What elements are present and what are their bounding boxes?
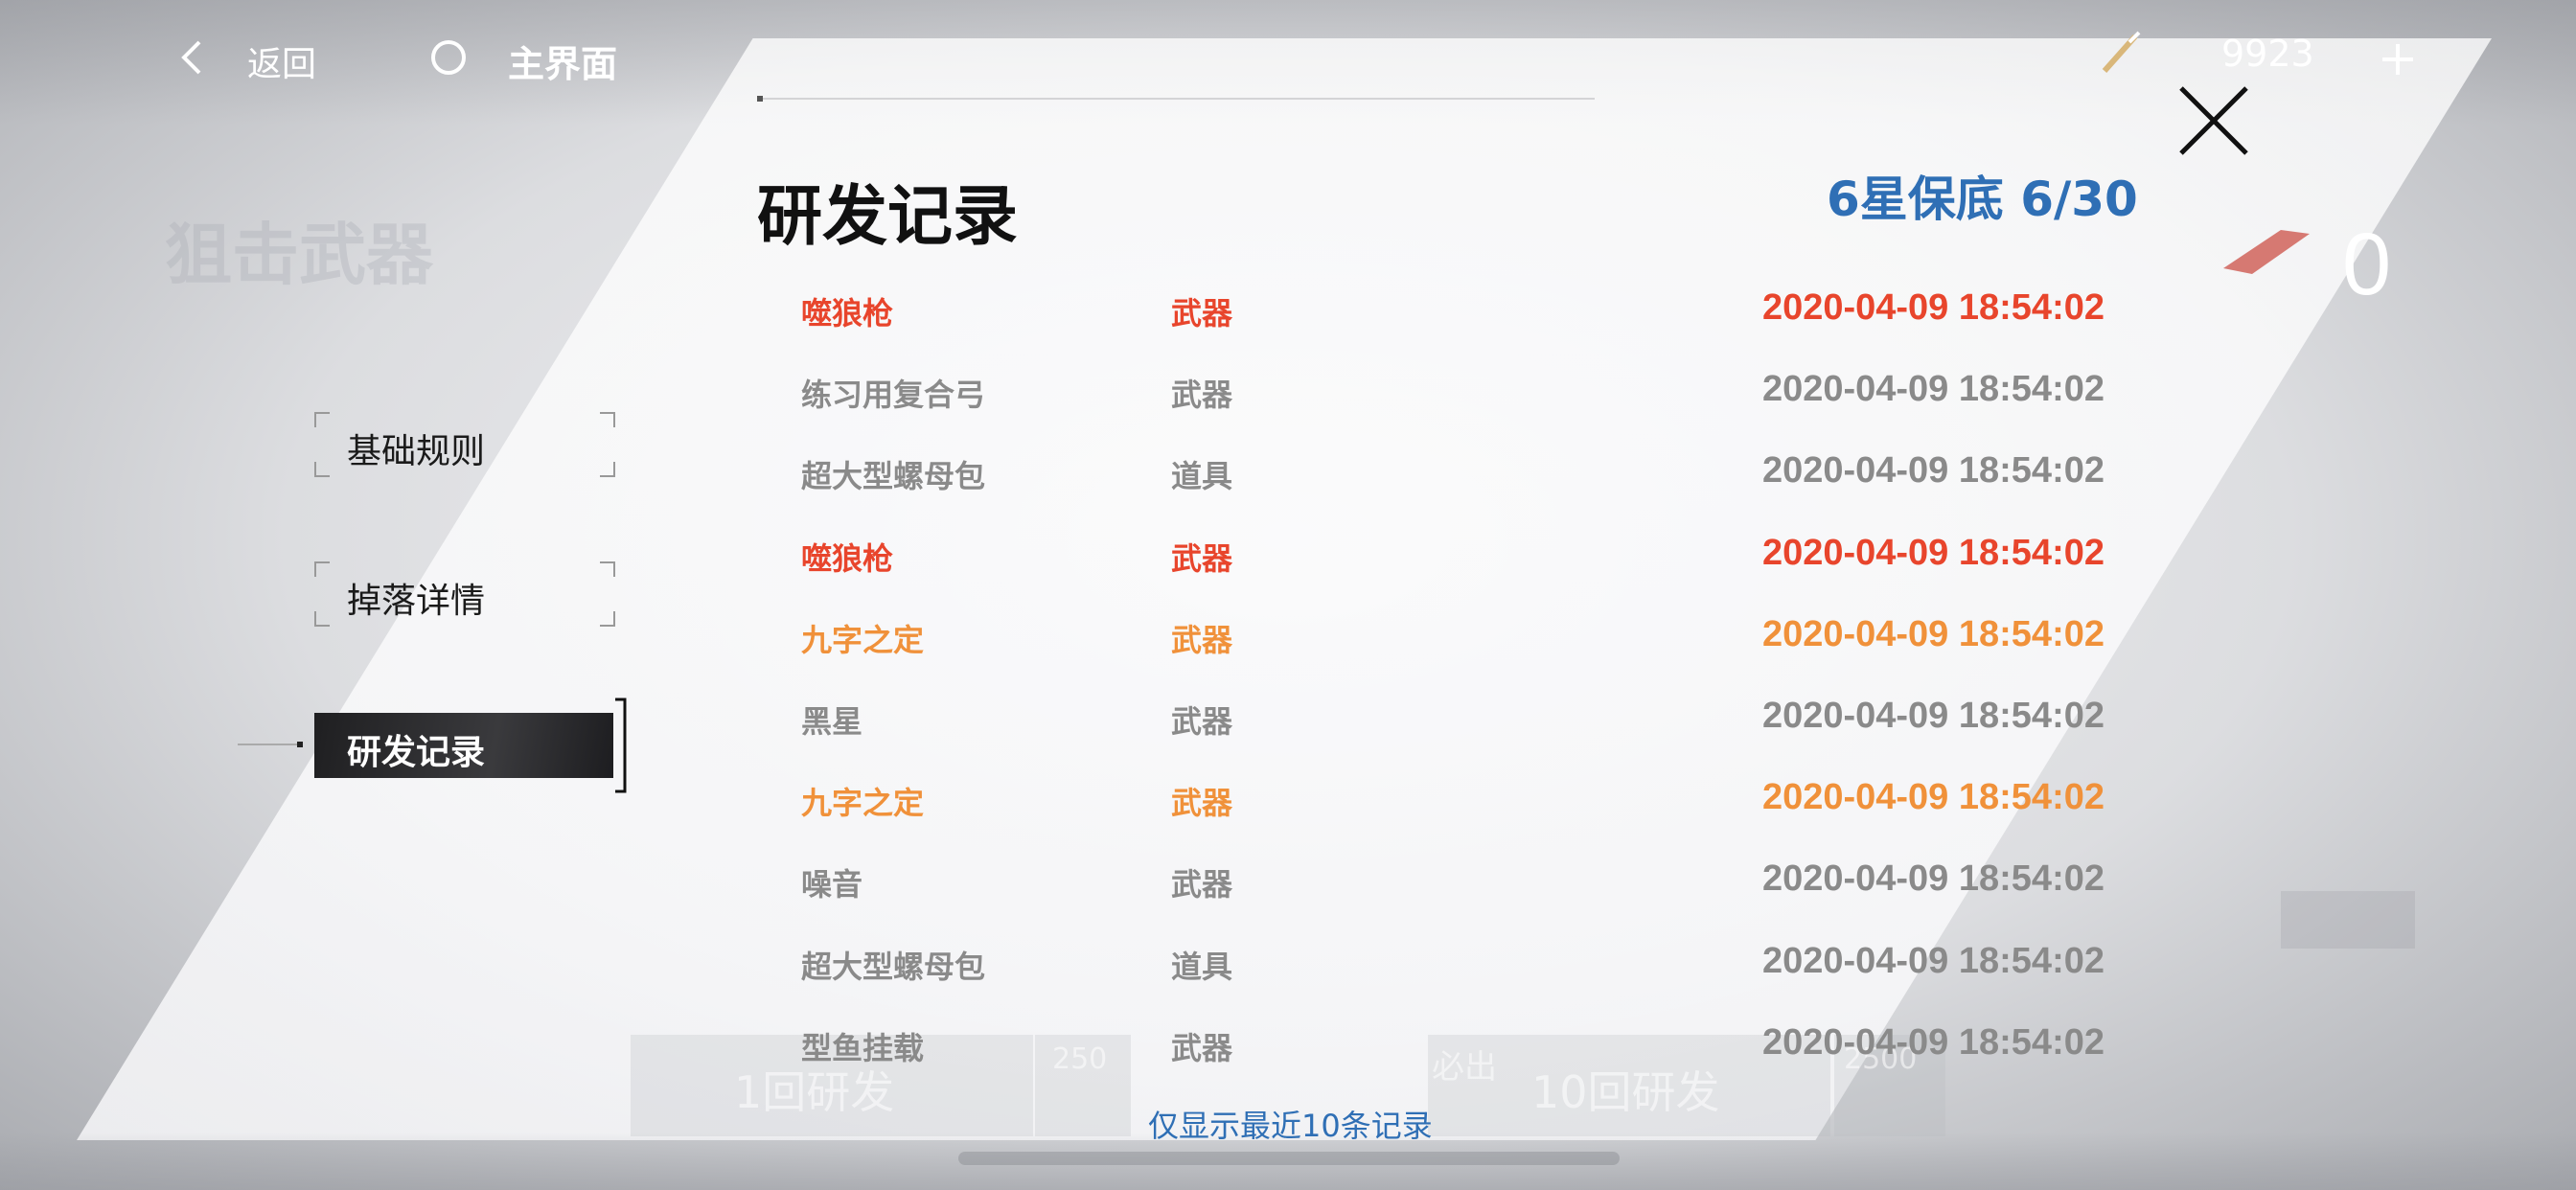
side-counter: 0: [2342, 216, 2392, 313]
record-item-type: 武器: [1171, 866, 1233, 904]
record-row: 练习用复合弓 武器 2020-04-09 18:54:02: [801, 361, 2104, 443]
tab-basic-rules[interactable]: 基础规则: [314, 412, 615, 477]
home-circle-icon: [431, 40, 466, 75]
home-button[interactable]: 主界面: [422, 27, 632, 88]
currency-amount: 9923: [2221, 33, 2314, 75]
record-item-name: 型鱼挂载: [801, 1029, 925, 1066]
tab-drop-details[interactable]: 掉落详情: [314, 561, 615, 627]
record-row: 九字之定 武器 2020-04-09 18:54:02: [801, 769, 2104, 851]
record-row: 噬狼枪 武器 2020-04-09 18:54:02: [801, 525, 2104, 606]
back-label: 返回: [247, 45, 317, 84]
weapon-thumbnail-icon: [2223, 230, 2310, 274]
record-item-name: 超大型螺母包: [801, 458, 986, 495]
record-row: 黑星 武器 2020-04-09 18:54:02: [801, 688, 2104, 769]
record-timestamp: 2020-04-09 18:54:02: [1761, 1021, 2104, 1063]
panel-top-dot: [757, 96, 763, 102]
record-item-type: 武器: [1171, 377, 1233, 414]
panel-top-line: [759, 98, 1595, 100]
background-banner-title: 狙击武器: [165, 216, 433, 294]
record-row: 噪音 武器 2020-04-09 18:54:02: [801, 851, 2104, 932]
pity-counter: 6星保底 6/30: [1827, 172, 2138, 227]
close-icon[interactable]: [2175, 82, 2252, 159]
chevron-left-icon: [181, 40, 201, 75]
record-item-name: 噬狼枪: [801, 295, 894, 332]
record-item-type: 武器: [1171, 702, 1233, 740]
tab-dev-records[interactable]: 研发记录: [314, 713, 613, 778]
records-list: 噬狼枪 武器 2020-04-09 18:54:02 练习用复合弓 武器 2020-04-…: [801, 280, 2104, 1096]
record-timestamp: 2020-04-09 18:54:02: [1761, 287, 2104, 328]
record-item-name: 练习用复合弓: [801, 377, 986, 414]
record-item-name: 超大型螺母包: [801, 948, 986, 985]
back-button[interactable]: 返回: [169, 27, 341, 88]
page-title: 研发记录: [757, 179, 1019, 255]
record-item-type: 武器: [1171, 295, 1233, 332]
record-row: 超大型螺母包 道具 2020-04-09 18:54:02: [801, 933, 2104, 1015]
record-timestamp: 2020-04-09 18:54:02: [1761, 369, 2104, 410]
record-item-type: 道具: [1171, 458, 1233, 495]
tab-drop-details-label: 掉落详情: [347, 582, 486, 621]
tab-basic-rules-label: 基础规则: [347, 432, 486, 471]
record-item-type: 道具: [1171, 948, 1233, 985]
record-item-name: 九字之定: [801, 785, 925, 822]
record-timestamp: 2020-04-09 18:54:02: [1761, 777, 2104, 818]
records-limit-note: 仅显示最近10条记录: [1148, 1108, 1433, 1144]
record-timestamp: 2020-04-09 18:54:02: [1761, 695, 2104, 736]
active-tab-bracket: [615, 698, 627, 793]
record-timestamp: 2020-04-09 18:54:02: [1761, 940, 2104, 981]
tab-dev-records-label: 研发记录: [347, 733, 486, 772]
pen-currency-icon: [2102, 31, 2141, 73]
record-item-type: 武器: [1171, 621, 1233, 658]
record-row: 型鱼挂载 武器 2020-04-09 18:54:02: [801, 1015, 2104, 1096]
nav-connector-line: [238, 744, 301, 745]
record-timestamp: 2020-04-09 18:54:02: [1761, 613, 2104, 654]
record-timestamp: 2020-04-09 18:54:02: [1761, 450, 2104, 492]
record-item-type: 武器: [1171, 1029, 1233, 1066]
record-item-name: 九字之定: [801, 621, 925, 658]
record-row: 九字之定 武器 2020-04-09 18:54:02: [801, 606, 2104, 688]
scrollbar[interactable]: [958, 1152, 1620, 1165]
record-item-name: 噬狼枪: [801, 539, 894, 577]
record-item-name: 噪音: [801, 866, 863, 904]
background-side-bar: [2281, 891, 2415, 949]
record-row: 超大型螺母包 道具 2020-04-09 18:54:02: [801, 443, 2104, 524]
record-timestamp: 2020-04-09 18:54:02: [1761, 858, 2104, 900]
record-timestamp: 2020-04-09 18:54:02: [1761, 532, 2104, 573]
home-label: 主界面: [508, 43, 618, 85]
record-item-type: 武器: [1171, 785, 1233, 822]
plus-icon[interactable]: [2377, 38, 2419, 80]
record-row: 噬狼枪 武器 2020-04-09 18:54:02: [801, 280, 2104, 361]
nav-connector-dot: [297, 742, 303, 747]
record-item-name: 黑星: [801, 702, 863, 740]
record-item-type: 武器: [1171, 539, 1233, 577]
